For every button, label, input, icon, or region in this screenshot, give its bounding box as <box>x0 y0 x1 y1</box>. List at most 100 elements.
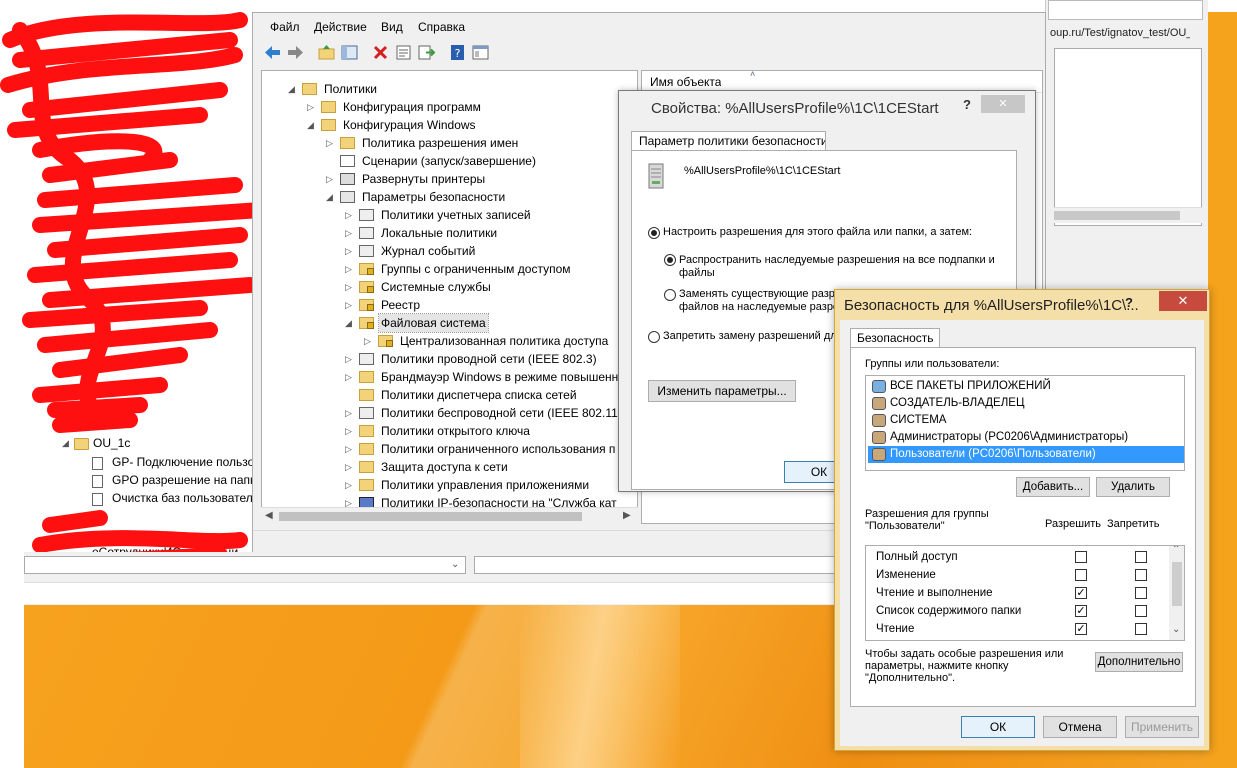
bottom-combobox[interactable]: ⌄ <box>24 556 466 574</box>
tree-item[interactable]: ▷ Политики проводной сети (IEEE 802.3) <box>262 350 637 368</box>
tree-item[interactable]: ▷ Политики беспроводной сети (IEEE 802.11… <box>262 404 637 422</box>
tree-item[interactable]: ▷ Защита доступа к сети <box>262 458 637 476</box>
expander-icon[interactable]: ▷ <box>345 206 352 224</box>
close-button[interactable]: ✕ <box>981 95 1025 113</box>
tree-item[interactable]: ▷ Политики открытого ключа <box>262 422 637 440</box>
allow-checkbox[interactable]: ✓ <box>1075 605 1087 617</box>
menu-file[interactable]: Файл <box>270 20 300 34</box>
expander-icon[interactable]: ▷ <box>345 260 352 278</box>
expander-icon[interactable]: ▷ <box>364 332 371 350</box>
tree-item[interactable]: ▷ Конфигурация программ <box>262 98 637 116</box>
tree-item[interactable]: ▷ Политики учетных записей <box>262 206 637 224</box>
expander-icon[interactable]: ◢ <box>345 314 352 332</box>
allow-checkbox[interactable] <box>1075 569 1087 581</box>
expander-icon[interactable]: ◢ <box>288 80 295 98</box>
tree-item[interactable]: ◢ Политики <box>262 80 637 98</box>
expander-icon[interactable]: ▷ <box>345 242 352 260</box>
close-button[interactable]: ✕ <box>1159 291 1207 311</box>
expander-icon[interactable]: ▷ <box>345 296 352 314</box>
deny-checkbox[interactable] <box>1135 551 1147 563</box>
user-list-item[interactable]: СИСТЕМА <box>868 412 1184 429</box>
scroll-right-icon[interactable]: ▶ <box>623 510 631 521</box>
ok-button[interactable]: ОК <box>961 716 1035 738</box>
help-button[interactable]: ? <box>1125 295 1133 310</box>
user-list-item[interactable]: Пользователи (PC0206\Пользователи) <box>868 446 1184 463</box>
expander-icon[interactable]: ◢ <box>307 116 314 134</box>
add-button[interactable]: Добавить... <box>1016 477 1090 497</box>
permissions-scroll-thumb[interactable] <box>1172 562 1182 606</box>
tree-item[interactable]: ▷ Реестр <box>262 296 637 314</box>
policy-tree[interactable]: ◢ Политики ▷ Конфигурация программ ◢ Конфигур… <box>261 70 638 524</box>
expander-icon[interactable]: ▷ <box>326 134 333 152</box>
radio-configure[interactable] <box>648 227 660 239</box>
scroll-down-icon[interactable]: ⌄ <box>1172 624 1180 635</box>
expander-icon[interactable]: ▷ <box>345 458 352 476</box>
forward-arrow-icon[interactable] <box>286 43 305 62</box>
cancel-button[interactable]: Отмена <box>1043 716 1117 738</box>
edit-settings-button[interactable]: Изменить параметры... <box>648 380 796 402</box>
radio-deny-replace[interactable] <box>648 331 660 343</box>
tree-item[interactable]: ▷ Развернуты принтеры <box>262 170 637 188</box>
tree-item[interactable]: ▷ Политика разрешения имен <box>262 134 637 152</box>
help-icon[interactable]: ? <box>448 43 467 62</box>
tree-item[interactable]: ▷ Локальные политики <box>262 224 637 242</box>
tree-item[interactable]: ▷ Системные службы <box>262 278 637 296</box>
tree-item[interactable]: ▷ Централизованная политика доступа <box>262 332 637 350</box>
expander-icon[interactable]: ▷ <box>345 278 352 296</box>
user-list-item[interactable]: Администраторы (PC0206\Администраторы) <box>868 429 1184 446</box>
user-list-item[interactable]: СОЗДАТЕЛЬ-ВЛАДЕЛЕЦ <box>868 395 1184 412</box>
tree-item[interactable]: ▷ Брандмауэр Windows в режиме повышенн <box>262 368 637 386</box>
expander-icon[interactable]: ▷ <box>345 368 352 386</box>
tab-security[interactable]: Безопасность <box>850 328 940 348</box>
tree-item[interactable]: Политики диспетчера списка сетей <box>262 386 637 404</box>
permissions-list[interactable]: Полный доступ Изменение Чтение и выполнени… <box>865 545 1185 641</box>
advanced-button[interactable]: Дополнительно <box>1095 652 1183 672</box>
show-tree-icon[interactable] <box>340 43 359 62</box>
console-icon[interactable] <box>471 43 490 62</box>
deny-checkbox[interactable] <box>1135 623 1147 635</box>
tab-security-policy-setting[interactable]: Параметр политики безопасности <box>631 131 826 151</box>
user-list-item[interactable]: ВСЕ ПАКЕТЫ ПРИЛОЖЕНИЙ <box>868 378 1184 395</box>
scroll-left-icon[interactable]: ◀ <box>265 510 273 521</box>
up-folder-icon[interactable] <box>317 43 336 62</box>
remove-button[interactable]: Удалить <box>1096 477 1170 497</box>
menu-view[interactable]: Вид <box>381 20 403 34</box>
allow-checkbox[interactable]: ✓ <box>1075 623 1087 635</box>
back-arrow-icon[interactable] <box>263 43 282 62</box>
column-object-name[interactable]: Имя объекта <box>650 75 721 89</box>
tree-item[interactable]: ▷ Группы с ограниченным доступом <box>262 260 637 278</box>
expander-icon[interactable]: ▷ <box>345 476 352 494</box>
properties-icon[interactable] <box>394 43 413 62</box>
tree-scroll-thumb[interactable] <box>279 512 582 521</box>
deny-checkbox[interactable] <box>1135 569 1147 581</box>
expander-icon[interactable]: ▷ <box>307 98 314 116</box>
apply-button[interactable]: Применить <box>1125 716 1199 738</box>
bottom-field[interactable] <box>474 556 854 574</box>
radio-propagate[interactable] <box>664 254 676 266</box>
allow-checkbox[interactable] <box>1075 551 1087 563</box>
delete-icon[interactable] <box>371 43 390 62</box>
tree-item[interactable]: ▷ Политики управления приложениями <box>262 476 637 494</box>
expander-icon[interactable]: ▷ <box>345 422 352 440</box>
allow-checkbox[interactable]: ✓ <box>1075 587 1087 599</box>
tree-item[interactable]: Сценарии (запуск/завершение) <box>262 152 637 170</box>
export-icon[interactable] <box>417 43 436 62</box>
expander-icon[interactable]: ◢ <box>326 188 333 206</box>
scroll-up-icon[interactable]: ⌃ <box>1172 546 1180 555</box>
expander-icon[interactable]: ▷ <box>345 404 352 422</box>
expander-icon[interactable]: ▷ <box>345 440 352 458</box>
tree-item[interactable]: ◢ Параметры безопасности <box>262 188 637 206</box>
tree-item[interactable]: ◢ Файловая система <box>262 313 637 333</box>
deny-checkbox[interactable] <box>1135 605 1147 617</box>
radio-replace[interactable] <box>664 289 676 301</box>
expander-icon[interactable]: ▷ <box>345 350 352 368</box>
users-list[interactable]: ВСЕ ПАКЕТЫ ПРИЛОЖЕНИЙ СОЗДАТЕЛЬ-ВЛАДЕЛЕЦ С… <box>865 375 1185 471</box>
tree-item[interactable]: ▷ Журнал событий <box>262 242 637 260</box>
chevron-down-icon[interactable]: ⌄ <box>451 559 459 570</box>
expander-icon[interactable]: ▷ <box>345 224 352 242</box>
tree-item[interactable]: ▷ Политики ограниченного использования п <box>262 440 637 458</box>
expander-icon[interactable]: ▷ <box>326 170 333 188</box>
tree-item[interactable]: ◢ Конфигурация Windows <box>262 116 637 134</box>
background-window-scroll-thumb[interactable] <box>1054 211 1180 220</box>
menu-action[interactable]: Действие <box>314 20 367 34</box>
